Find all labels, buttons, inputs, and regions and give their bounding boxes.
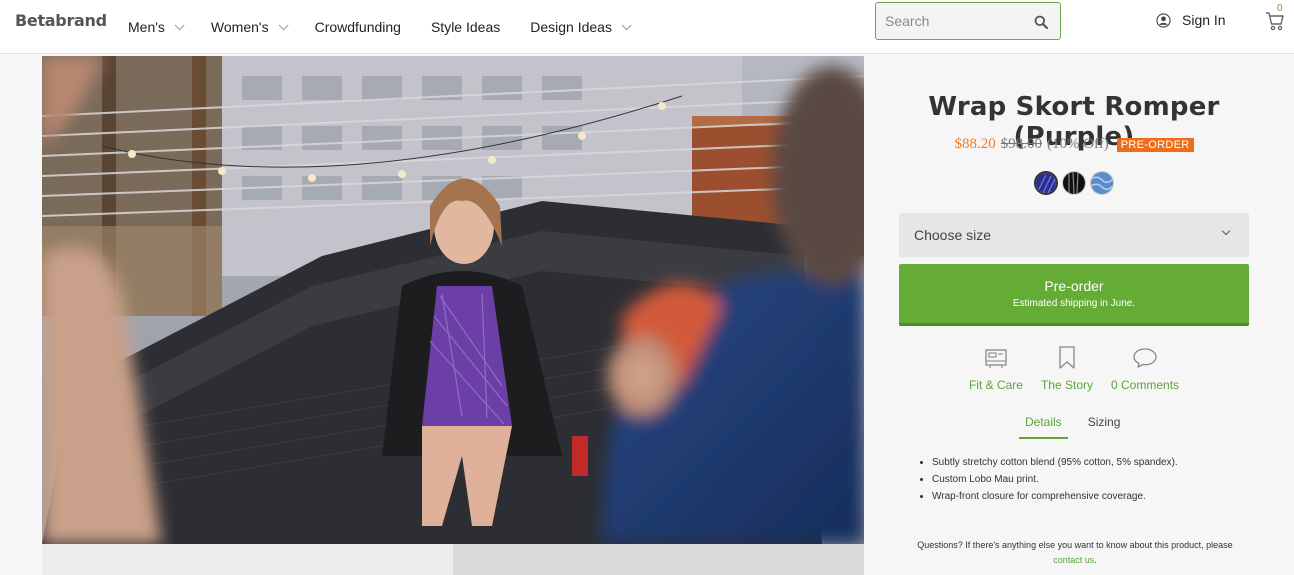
betabrand-logo[interactable]: Betabrand: [15, 11, 107, 30]
preorder-shipping-note: Estimated shipping in June.: [1012, 298, 1136, 309]
site-header: Betabrand Men's Women's Crowdfunding Sty…: [0, 0, 1294, 54]
the-story-label: The Story: [1040, 378, 1093, 392]
thumbnail-1[interactable]: [42, 544, 453, 575]
nav-design-ideas[interactable]: Design Ideas: [530, 19, 632, 35]
sign-in-label: Sign In: [1182, 12, 1226, 28]
speech-bubble-icon: [1133, 348, 1157, 368]
search-input[interactable]: [885, 11, 1025, 31]
chevron-down-icon: [1221, 226, 1231, 236]
details-list: Subtly stretchy cotton blend (95% cotton…: [918, 454, 1180, 505]
questions-suffix: .: [1094, 555, 1097, 565]
main-nav: Men's Women's Crowdfunding Style Ideas D…: [128, 0, 658, 54]
nav-womens-label: Women's: [210, 19, 269, 35]
user-icon: [1156, 12, 1171, 28]
bookmark-icon: [1059, 346, 1075, 369]
preorder-badge: PRE-ORDER: [1116, 137, 1194, 152]
chevron-down-icon: [174, 19, 185, 30]
sewing-machine-icon: [985, 349, 1007, 368]
questions-prompt: Questions? If there's anything else you …: [917, 540, 1233, 550]
chevron-down-icon: [278, 19, 289, 30]
price-row: $88.20 $98.00 (10% Off) PRE-ORDER: [880, 136, 1268, 153]
comments-link[interactable]: 0 Comments: [1111, 346, 1179, 392]
product-photo: [42, 56, 864, 544]
detail-tabs: Details Sizing: [1019, 412, 1140, 439]
search-icon[interactable]: [1034, 15, 1048, 29]
size-select-value: Choose size: [914, 227, 992, 243]
detail-item: Wrap-front closure for comprehensive cov…: [932, 488, 1180, 505]
nav-womens[interactable]: Women's: [210, 19, 289, 35]
questions-text: Questions? If there's anything else you …: [894, 538, 1256, 568]
search-box: [875, 2, 1061, 40]
size-select[interactable]: Choose size: [899, 213, 1249, 257]
swatch-blue[interactable]: [1090, 171, 1114, 195]
product-details: Subtly stretchy cotton blend (95% cotton…: [918, 454, 1180, 505]
nav-mens[interactable]: Men's: [128, 19, 185, 35]
nav-crowdfunding[interactable]: Crowdfunding: [315, 19, 401, 35]
the-story-link[interactable]: The Story: [1041, 346, 1093, 392]
swatch-purple[interactable]: [1034, 171, 1058, 195]
fit-care-link[interactable]: Fit & Care: [969, 346, 1023, 392]
tab-details[interactable]: Details: [1019, 412, 1068, 439]
contact-us-link[interactable]: contact us: [1053, 555, 1094, 565]
comments-label: 0 Comments: [1111, 378, 1180, 392]
swatch-black[interactable]: [1062, 171, 1086, 195]
color-swatches: [1034, 171, 1118, 195]
thumbnail-strip: [42, 544, 864, 575]
nav-mens-label: Men's: [128, 19, 165, 35]
fit-care-label: Fit & Care: [968, 378, 1023, 392]
product-panel: Wrap Skort Romper (Purple) $88.20 $98.00…: [880, 56, 1294, 575]
preorder-button[interactable]: Pre-order Estimated shipping in June.: [899, 264, 1249, 326]
discount-text: (10% Off): [1046, 136, 1109, 152]
cart-count: 0: [1277, 3, 1283, 14]
thumbnail-2[interactable]: [453, 544, 864, 575]
sign-in-link[interactable]: Sign In: [1156, 12, 1226, 28]
product-hero-image[interactable]: [42, 56, 864, 544]
sale-price: $88.20: [954, 136, 996, 152]
tab-sizing[interactable]: Sizing: [1082, 412, 1127, 439]
chevron-down-icon: [621, 19, 632, 30]
detail-item: Custom Lobo Mau print.: [932, 471, 1180, 488]
nav-style-ideas-label: Style Ideas: [430, 19, 501, 35]
detail-item: Subtly stretchy cotton blend (95% cotton…: [932, 454, 1180, 471]
original-price: $98.00: [1000, 136, 1042, 152]
product-info-links: Fit & Care The Story 0 Comments: [880, 346, 1268, 392]
preorder-label: Pre-order: [1044, 278, 1104, 294]
nav-design-ideas-label: Design Ideas: [530, 19, 612, 35]
nav-style-ideas[interactable]: Style Ideas: [431, 19, 500, 35]
nav-crowdfunding-label: Crowdfunding: [314, 19, 401, 35]
